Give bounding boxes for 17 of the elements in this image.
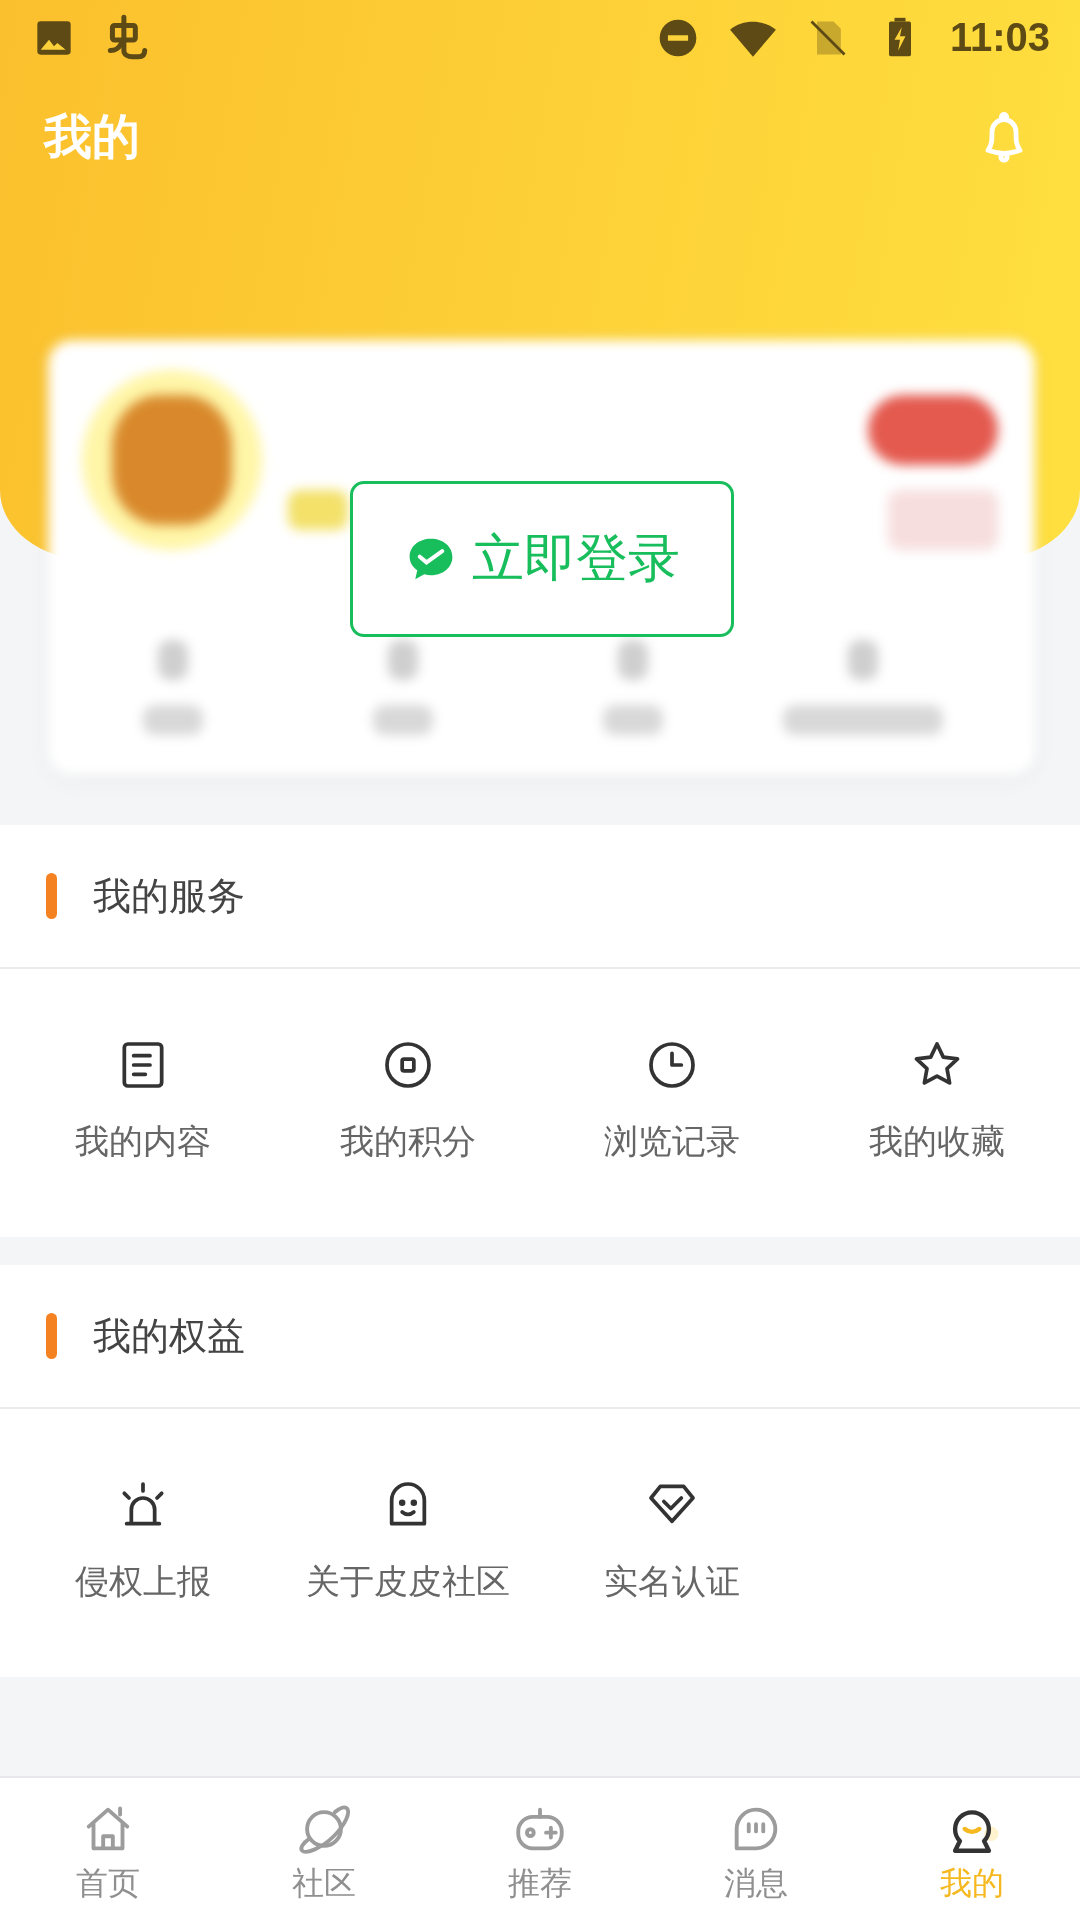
nav-tab[interactable]: 消息 (648, 1778, 864, 1920)
accent-bar (46, 1313, 57, 1359)
accent-bar (46, 873, 57, 919)
service-label[interactable]: 我的收藏 (868, 1119, 1005, 1165)
service-label[interactable]: 关于皮皮社区 (305, 1559, 510, 1605)
section-title: 我的服务 (93, 872, 245, 920)
nav-tab[interactable]: 社区 (216, 1778, 432, 1920)
service-label[interactable]: 实名认证 (604, 1559, 741, 1605)
service-label[interactable]: 浏览记录 (604, 1119, 741, 1165)
page-title: 我的 (44, 107, 140, 166)
service-label[interactable]: 我的积分 (339, 1119, 476, 1165)
nav-tab[interactable]: 推荐 (432, 1778, 648, 1920)
status-time: 11:03 (949, 15, 1050, 60)
nav-tab[interactable]: 首页 (0, 1778, 216, 1920)
service-label[interactable]: 我的内容 (75, 1119, 212, 1165)
service-label[interactable]: 侵权上报 (75, 1559, 212, 1605)
section-title: 我的权益 (93, 1312, 245, 1360)
